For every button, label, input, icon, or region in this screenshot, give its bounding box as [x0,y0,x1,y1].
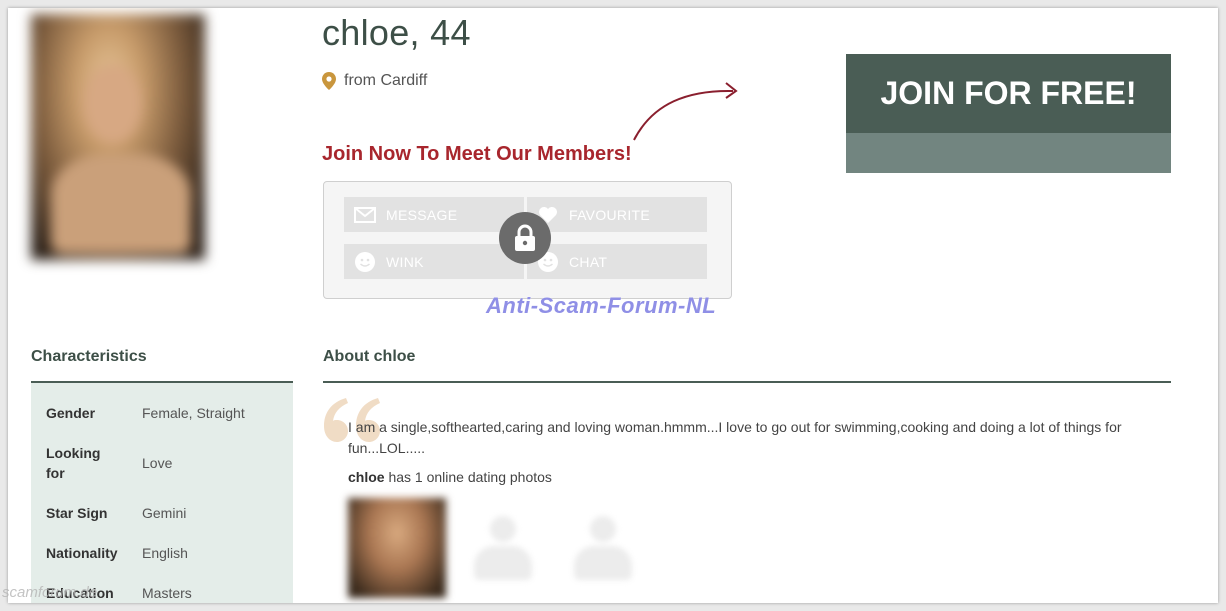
location-pin-icon [322,72,336,90]
photos-count-line: chloe has 1 online dating photos [348,469,552,485]
characteristic-key: Looking for [46,445,101,481]
message-label: MESSAGE [386,206,458,223]
lock-icon [499,212,551,264]
photo-thumbnail[interactable] [348,498,446,598]
wink-label: WINK [386,253,424,270]
characteristic-value: Gemini [142,505,187,521]
photos-count-text: has 1 online dating photos [384,469,552,485]
profile-title: chloe, 44 [322,12,471,53]
message-button[interactable]: MESSAGE [344,197,524,232]
join-now-heading: Join Now To Meet Our Members! [322,143,632,165]
favourite-button[interactable]: FAVOURITE [527,197,707,232]
favourite-label: FAVOURITE [569,206,651,223]
profile-photo[interactable] [31,14,205,260]
locked-actions-panel: MESSAGE FAVOURITE WINK CHAT [323,181,732,299]
photos-owner-name: chloe [348,469,385,485]
join-for-free-button[interactable]: JOIN FOR FREE! [846,54,1171,173]
characteristic-row: Looking for Love [46,443,286,483]
chat-button[interactable]: CHAT [527,244,707,279]
characteristic-row: Nationality English [46,543,286,563]
about-text: I am a single,softhearted,caring and lov… [348,419,1122,456]
characteristic-value: Masters [142,585,192,601]
location-text: from Cardiff [344,72,428,89]
profile-page: chloe, 44 from Cardiff Join Now To Meet … [8,8,1218,603]
smiley-icon [354,251,376,273]
curved-arrow-icon [633,82,738,141]
characteristic-value: Love [142,455,173,471]
characteristics-table: Gender Female, Straight Looking for Love… [31,383,293,603]
characteristic-value: Female, Straight [142,405,245,421]
characteristic-key: Gender [46,405,96,421]
join-button-label: JOIN FOR FREE! [846,54,1171,133]
locked-photo-placeholder[interactable] [468,510,538,585]
about-heading: About chloe [323,348,416,365]
characteristic-key: Star Sign [46,505,108,521]
envelope-icon [354,204,376,226]
characteristic-row: Gender Female, Straight [46,403,286,423]
location: from Cardiff [322,72,427,90]
about-divider [323,381,1171,383]
wink-button[interactable]: WINK [344,244,524,279]
characteristics-heading: Characteristics [31,348,147,365]
watermark-text: Anti-Scam-Forum-NL [486,293,717,318]
characteristic-row: Star Sign Gemini [46,503,286,523]
characteristic-value: English [142,545,188,561]
characteristic-key: Nationality [46,545,118,561]
corner-watermark: scamforum.de [2,584,98,601]
locked-photo-placeholder[interactable] [568,510,638,585]
chat-label: CHAT [569,253,608,270]
